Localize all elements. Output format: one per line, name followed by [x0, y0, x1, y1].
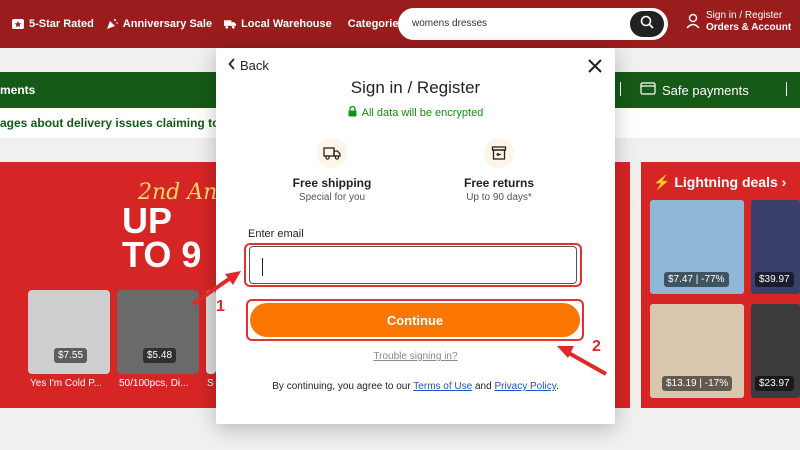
terms-notice: By continuing, you agree to our Terms of…	[216, 381, 615, 392]
email-label: Enter email	[248, 228, 304, 240]
deal-price: $23.97	[755, 376, 794, 391]
sign-in-modal: Back Sign in / Register All data will be…	[216, 48, 615, 424]
search-icon	[640, 15, 654, 34]
deal-card[interactable]: $39.97	[751, 200, 800, 294]
account-line-2: Orders & Account	[706, 22, 792, 33]
lightning-deals-label: Lightning deals	[674, 174, 778, 190]
email-field[interactable]	[249, 246, 577, 284]
terms-suffix: .	[555, 381, 559, 392]
chevron-left-icon	[228, 58, 236, 73]
benefit-title: Free returns	[463, 176, 535, 190]
benefit-free-shipping: Free shipping Special for you	[262, 138, 402, 203]
modal-title: Sign in / Register	[350, 78, 481, 97]
product-title[interactable]: S	[207, 378, 214, 389]
annotation-number: 1	[216, 298, 225, 315]
header-item-anniversary[interactable]: Anniversary Sale	[106, 18, 212, 30]
product-card[interactable]: $7.55	[28, 290, 110, 374]
benefit-free-returns: Free returns Up to 90 days*	[429, 138, 569, 203]
search-bar[interactable]: womens dresses	[398, 8, 668, 40]
trouble-signing-in-link[interactable]: Trouble signing in?	[216, 351, 615, 362]
terms-and: and	[474, 381, 492, 392]
header-item-label: Local Warehouse	[241, 18, 332, 30]
annotation-number: 2	[592, 338, 601, 355]
divider	[620, 82, 621, 96]
header-item-5-star[interactable]: 5-Star Rated	[12, 18, 94, 30]
benefit-subtitle: Special for you	[298, 192, 366, 203]
header-item-label: Anniversary Sale	[122, 18, 213, 30]
back-button[interactable]: Back	[228, 58, 269, 73]
deal-price: $13.19 | -17%	[662, 376, 733, 391]
product-title[interactable]: Yes I'm Cold P...	[30, 378, 102, 389]
product-price: $7.55	[54, 348, 88, 363]
benefit-subtitle: Up to 90 days*	[466, 192, 532, 203]
divider	[786, 82, 787, 96]
header-item-local-warehouse[interactable]: Local Warehouse	[224, 18, 332, 30]
lightning-deals-panel: ⚡ Lightning deals › $7.47 | -77% $39.97 …	[641, 162, 800, 408]
back-label: Back	[240, 58, 269, 73]
truck-icon	[317, 138, 347, 168]
deal-price: $39.97	[755, 272, 794, 287]
card-icon	[640, 82, 656, 98]
product-card[interactable]	[206, 290, 216, 374]
continue-button[interactable]: Continue	[250, 303, 580, 337]
terms-of-use-link[interactable]: Terms of Use	[413, 381, 472, 392]
green-bar-left-text: ments	[0, 83, 36, 97]
privacy-policy-link[interactable]: Privacy Policy	[494, 381, 556, 392]
banner-headline-line: UP	[122, 200, 173, 241]
truck-icon	[224, 18, 237, 30]
terms-prefix: By continuing, you agree to our	[272, 381, 411, 392]
deal-card[interactable]: $13.19 | -17%	[650, 304, 744, 398]
safe-payments-label: Safe payments	[662, 82, 749, 98]
lightning-deals-heading[interactable]: ⚡ Lightning deals ›	[653, 174, 786, 191]
return-box-icon	[484, 138, 514, 168]
account-menu[interactable]: Sign in / Register Orders & Account	[686, 10, 791, 34]
lightning-icon: ⚡	[653, 174, 671, 190]
deal-card[interactable]: $7.47 | -77%	[650, 200, 744, 294]
notice-text: ages about delivery issues claiming to	[0, 116, 220, 130]
account-line-1: Sign in / Register	[706, 10, 783, 21]
banner-headline-line: TO 9	[122, 234, 202, 275]
search-input[interactable]: womens dresses	[412, 18, 487, 29]
header-item-label: 5-Star Rated	[29, 18, 94, 30]
top-header: 5-Star Rated Anniversary Sale Local Ware…	[0, 0, 800, 48]
close-button[interactable]	[585, 56, 605, 76]
banner-headline: UP TO 9	[122, 200, 202, 275]
categories-label: Categories	[347, 18, 405, 30]
product-title[interactable]: 50/100pcs, Di...	[119, 378, 188, 389]
user-icon	[686, 13, 700, 32]
deal-card[interactable]: $23.97	[751, 304, 800, 398]
party-icon	[106, 18, 118, 30]
deal-price: $7.47 | -77%	[664, 272, 729, 287]
search-button[interactable]	[630, 11, 664, 37]
benefit-title: Free shipping	[292, 176, 372, 190]
encryption-notice: All data will be encrypted	[216, 105, 615, 120]
lock-icon	[348, 105, 357, 120]
star-icon	[12, 18, 24, 30]
safe-payments[interactable]: Safe payments	[640, 82, 749, 98]
encryption-text: All data will be encrypted	[361, 107, 484, 119]
product-price: $5.48	[143, 348, 177, 363]
text-caret	[262, 258, 263, 276]
product-card[interactable]: $5.48	[117, 290, 199, 374]
chevron-right-icon: ›	[781, 174, 787, 190]
